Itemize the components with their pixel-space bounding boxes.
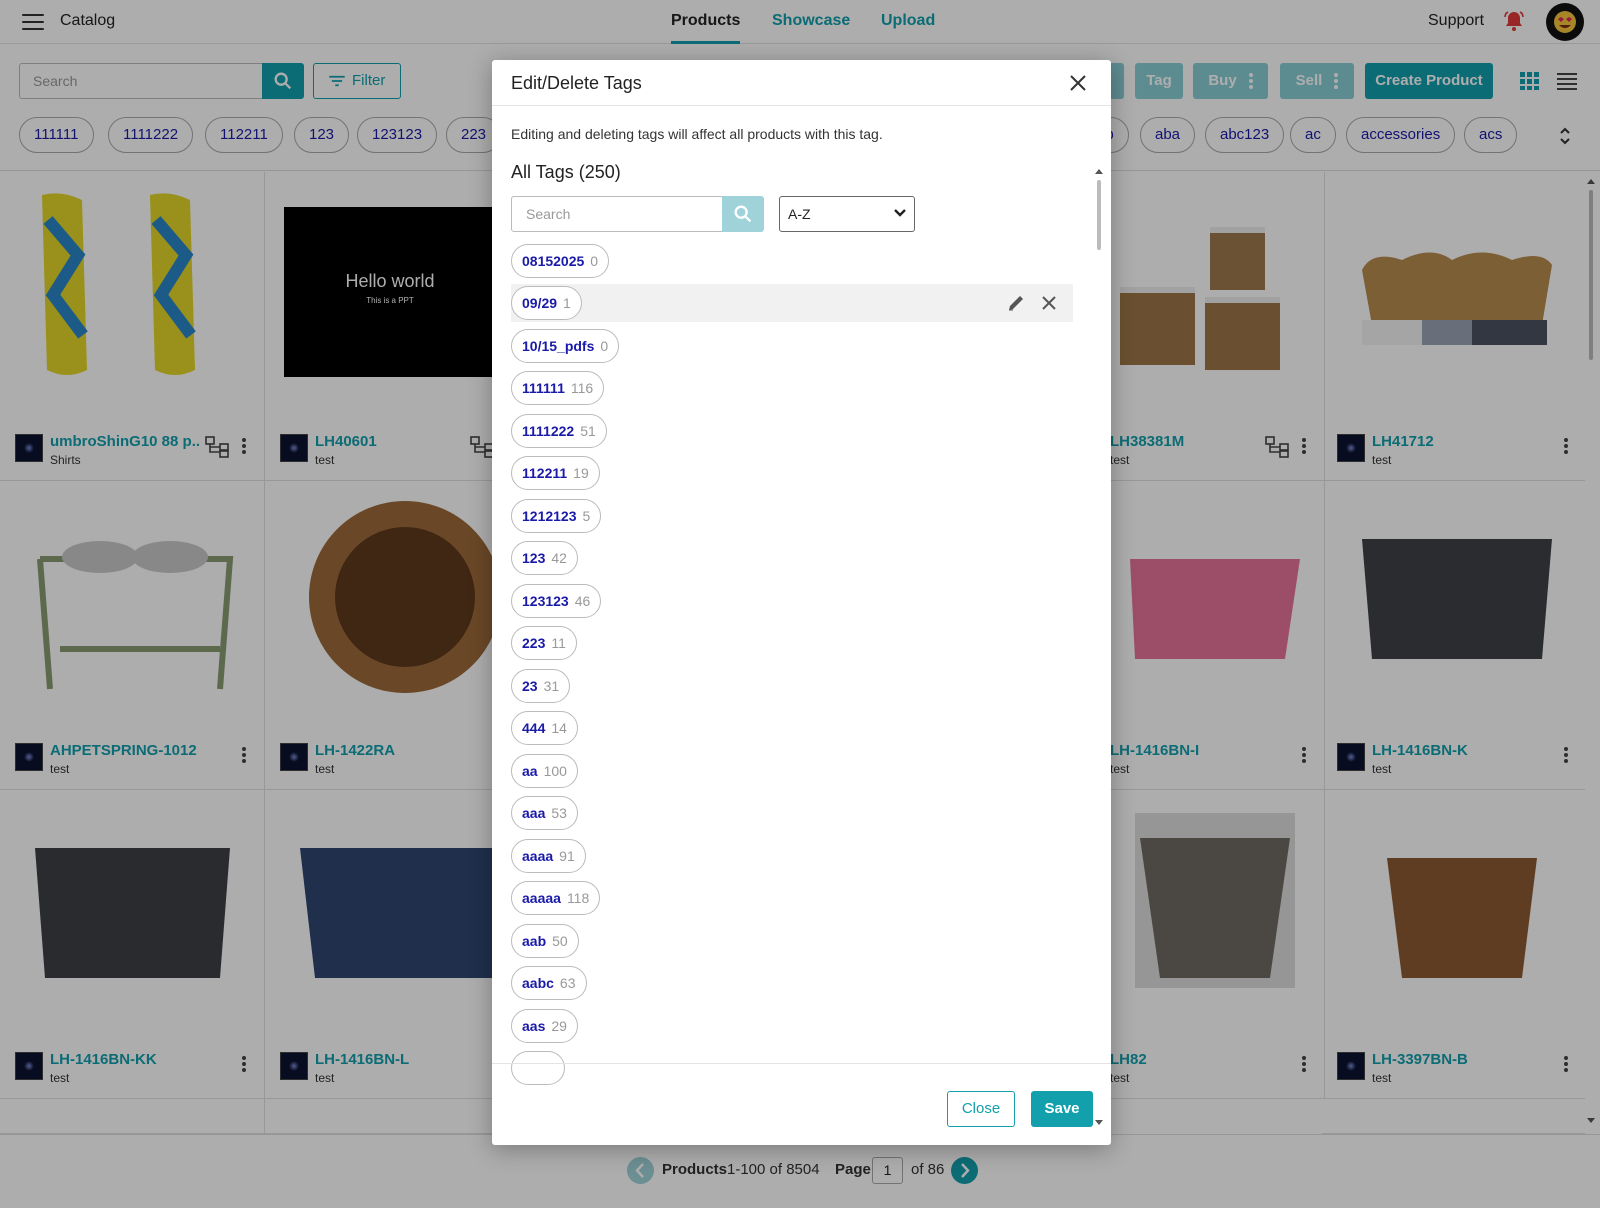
tag-count: 14 <box>551 720 567 736</box>
dialog-footer: Close Save <box>492 1063 1111 1145</box>
tag-name: aaa <box>522 805 546 821</box>
tag-count: 5 <box>582 508 591 524</box>
tag-name: 1212123 <box>522 508 577 524</box>
tag-count: 11 <box>551 635 566 651</box>
tag-pill[interactable]: aabc 63 <box>511 966 587 1000</box>
tag-row[interactable]: 1111222 51 <box>511 412 1073 450</box>
tag-search-input[interactable]: Search <box>511 196 723 232</box>
tag-row[interactable]: 08152025 0 <box>511 242 1073 280</box>
tag-pill[interactable]: aab 50 <box>511 924 579 958</box>
tag-name: 112211 <box>522 465 568 481</box>
tag-name: 123123 <box>522 593 569 609</box>
edit-tags-dialog: Edit/Delete Tags Editing and deleting ta… <box>492 60 1111 1145</box>
dialog-note: Editing and deleting tags will affect al… <box>511 126 883 142</box>
tag-pill[interactable]: 112211 19 <box>511 456 600 490</box>
tag-count: 118 <box>566 890 590 906</box>
tag-row[interactable]: aabc 63 <box>511 964 1073 1002</box>
tag-name: 123 <box>522 550 546 566</box>
tag-count: 29 <box>551 1018 567 1034</box>
tag-count: 31 <box>543 678 560 694</box>
tag-row[interactable]: 112211 19 <box>511 454 1073 492</box>
tag-pill[interactable]: 111111 116 <box>511 371 605 405</box>
tag-row[interactable]: 111111 116 <box>511 369 1073 407</box>
tag-count: 46 <box>574 593 591 609</box>
search-icon <box>734 205 752 223</box>
tag-list: 08152025 0 09/29 1 10/15_pdfs 0 111111 116 1… <box>511 242 1073 1130</box>
tag-pill[interactable]: 23 31 <box>511 669 571 703</box>
close-icon[interactable] <box>1069 74 1087 92</box>
delete-x-icon[interactable] <box>1041 295 1057 311</box>
tag-count: 0 <box>590 253 599 269</box>
tag-count: 50 <box>552 933 568 949</box>
tag-pill[interactable]: aaaaa 118 <box>511 881 601 915</box>
tag-name: 223 <box>522 635 546 651</box>
tag-row[interactable]: aaaaa 118 <box>511 879 1073 917</box>
all-tags-heading: All Tags (250) <box>511 162 621 182</box>
tag-name: 10/15_pdfs <box>522 338 595 354</box>
tag-name: aas <box>522 1018 546 1034</box>
tag-pill[interactable]: 1111222 51 <box>511 414 607 448</box>
tag-name: aabc <box>522 975 554 991</box>
chevron-down-icon <box>894 209 906 217</box>
tag-name: aaaa <box>522 848 554 864</box>
tag-pill[interactable]: 09/29 1 <box>511 286 582 320</box>
tag-count: 53 <box>551 805 567 821</box>
tag-count: 42 <box>551 550 567 566</box>
tag-row[interactable]: aab 50 <box>511 922 1073 960</box>
tag-count: 19 <box>573 465 589 481</box>
tag-row[interactable]: aas 29 <box>511 1007 1073 1045</box>
tag-pill[interactable]: 123123 46 <box>511 584 602 618</box>
tag-row[interactable]: 123 42 <box>511 539 1073 577</box>
tag-row[interactable]: aa 100 <box>511 752 1073 790</box>
tag-row[interactable]: 123123 46 <box>511 582 1073 620</box>
tag-row[interactable]: aaa 53 <box>511 794 1073 832</box>
tag-list-scrollbar[interactable] <box>1093 166 1105 1130</box>
tag-pill[interactable]: 08152025 0 <box>511 244 610 278</box>
tag-count: 1 <box>563 295 571 311</box>
edit-pencil-icon[interactable] <box>1006 293 1026 313</box>
tag-pill[interactable]: aas 29 <box>511 1009 578 1043</box>
dialog-title: Edit/Delete Tags <box>511 73 642 93</box>
tag-pill[interactable]: 444 14 <box>511 711 578 745</box>
tag-pill[interactable]: 1212123 5 <box>511 499 602 533</box>
tag-count: 0 <box>600 338 609 354</box>
tag-pill[interactable]: aaaa 91 <box>511 839 586 873</box>
save-button[interactable]: Save <box>1031 1091 1093 1127</box>
tag-pill[interactable]: 123 42 <box>511 541 578 575</box>
tag-pill[interactable]: 10/15_pdfs 0 <box>511 329 620 363</box>
tag-name: aa <box>522 763 538 779</box>
tag-row[interactable]: 444 14 <box>511 709 1073 747</box>
tag-count: 51 <box>580 423 596 439</box>
tag-pill[interactable]: aaa 53 <box>511 796 578 830</box>
dialog-header: Edit/Delete Tags <box>492 60 1111 106</box>
tag-name: aaaaa <box>522 890 561 906</box>
tag-search-button[interactable] <box>722 196 764 232</box>
tag-name: 09/29 <box>522 295 558 311</box>
tag-name: 08152025 <box>522 253 585 269</box>
tag-count: 116 <box>570 380 594 396</box>
tag-name: aab <box>522 933 547 949</box>
tag-count: 63 <box>559 975 576 991</box>
tag-row[interactable]: aaaa 91 <box>511 837 1073 875</box>
tag-row[interactable]: 23 31 <box>511 667 1073 705</box>
tag-name: 1111222 <box>522 423 575 439</box>
tag-row[interactable]: 09/29 1 <box>511 284 1073 322</box>
tag-name: 23 <box>522 678 538 694</box>
tag-row[interactable]: 10/15_pdfs 0 <box>511 327 1073 365</box>
tag-count: 100 <box>543 763 567 779</box>
tag-count: 91 <box>559 848 575 864</box>
close-button[interactable]: Close <box>947 1091 1015 1127</box>
tag-name: 111111 <box>522 380 565 396</box>
tag-pill[interactable]: 223 11 <box>511 626 577 660</box>
tag-row[interactable]: 1212123 5 <box>511 497 1073 535</box>
tag-name: 444 <box>522 720 546 736</box>
tag-row[interactable]: 223 11 <box>511 624 1073 662</box>
tag-pill[interactable]: aa 100 <box>511 754 578 788</box>
